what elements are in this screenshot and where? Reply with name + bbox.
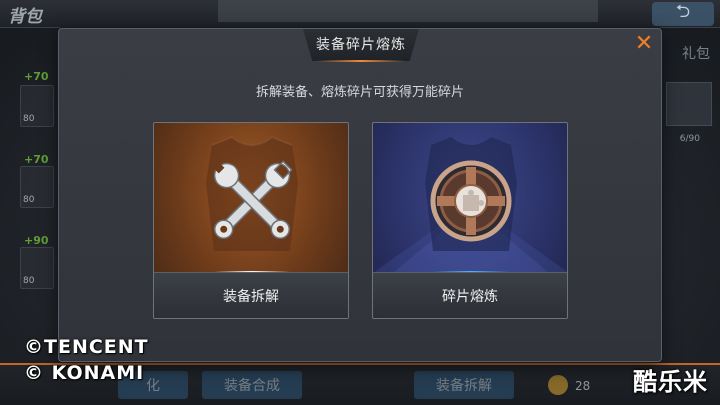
copyright-tencent: ©TENCENT [24,336,149,358]
smelt-fragments-option[interactable]: 碎片熔炼 [372,122,568,319]
dialog-title: 装备碎片熔炼 [316,37,406,53]
background-inventory-item: 80 [20,85,54,127]
background-bottom-button: 装备合成 [202,371,302,399]
background-gift-item [666,82,712,126]
title-underline [317,60,405,62]
back-arrow-icon: ⮌ [652,1,714,26]
background-gift-label: 礼包 [682,46,710,62]
dismantle-equipment-option[interactable]: 装备拆解 [153,122,349,319]
background-item-tag: +90 [24,234,49,247]
background-gift-count: 6/90 [679,134,700,144]
background-inventory-item: 80 [20,247,54,289]
background-screen-title: 背包 [8,7,42,27]
site-logo-watermark: 酷乐米 [633,368,708,396]
background-coin-count: 28 [575,379,591,393]
close-button[interactable]: ✕ [633,33,655,55]
dialog-header: 装备碎片熔炼 ✕ [59,29,661,63]
fragment-furnace-icon [373,137,567,273]
copyright-konami: © KONAMI [24,362,145,384]
smelt-fragments-label: 碎片熔炼 [442,289,498,305]
background-top-panel [218,0,598,22]
smelt-card-art [373,123,567,273]
background-item-tag: +70 [24,70,49,83]
dialog-subtitle: 拆解装备、熔炼碎片可获得万能碎片 [255,85,464,100]
coin-icon [548,375,568,395]
dismantle-card-art [154,123,348,273]
background-bottom-button: 装备拆解 [414,371,514,399]
crossed-wrenches-icon [206,135,298,251]
dismantle-equipment-label: 装备拆解 [223,289,279,305]
background-inventory-item: 80 [20,166,54,208]
background-item-tag: +70 [24,153,49,166]
fragment-smelting-dialog: 装备碎片熔炼 ✕ 拆解装备、熔炼碎片可获得万能碎片 装备拆解 碎片熔炼 [58,28,662,362]
